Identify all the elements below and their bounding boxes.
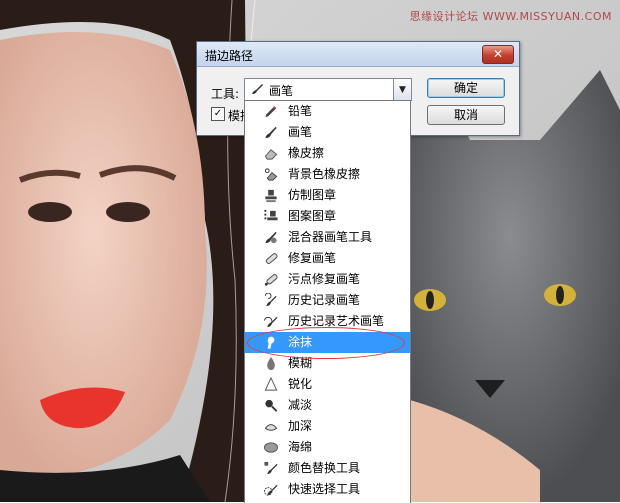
dropdown-item-label: 图案图章 <box>288 209 337 223</box>
brush-icon <box>265 126 277 139</box>
clone-stamp-icon <box>265 189 277 203</box>
dropdown-item[interactable]: 加深 <box>245 416 410 437</box>
dropdown-item-label: 历史记录艺术画笔 <box>288 314 385 328</box>
tool-label: 工具: <box>211 87 240 101</box>
blur-icon <box>267 356 275 371</box>
history-brush-icon <box>264 293 277 307</box>
dropdown-item-label: 历史记录画笔 <box>288 293 361 307</box>
dropdown-item[interactable]: 画笔 <box>245 122 410 143</box>
spot-healing-brush-icon <box>264 274 278 286</box>
sharpen-icon <box>264 377 278 391</box>
dialog-title: 描边路径 <box>205 49 254 63</box>
dropdown-item-label: 混合器画笔工具 <box>288 230 373 244</box>
eraser-icon <box>264 149 278 160</box>
dropdown-item[interactable]: 污点修复画笔 <box>245 269 410 290</box>
dropdown-item-label: 仿制图章 <box>288 188 337 202</box>
dropdown-item[interactable]: 图案图章 <box>245 206 410 227</box>
dropdown-item[interactable]: 背景色橡皮擦 <box>245 164 410 185</box>
dropdown-item[interactable]: 颜色替换工具 <box>245 458 410 479</box>
tool-select[interactable]: 画笔 ▼ <box>244 78 412 101</box>
dropdown-item[interactable]: 历史记录画笔 <box>245 290 410 311</box>
dropdown-item-label: 海绵 <box>288 440 313 454</box>
dropdown-item-label: 铅笔 <box>288 104 313 118</box>
pattern-stamp-icon <box>264 209 278 221</box>
dropdown-item[interactable]: 橡皮擦 <box>245 143 410 164</box>
healing-brush-icon <box>265 253 278 264</box>
dropdown-item-label: 修复画笔 <box>288 251 337 265</box>
mixer-brush-icon <box>265 231 277 244</box>
dropdown-item[interactable]: 混合器画笔工具 <box>245 227 410 248</box>
dropdown-item-label: 快速选择工具 <box>288 482 361 496</box>
quick-selection-icon <box>263 484 278 496</box>
dropdown-item[interactable]: 海绵 <box>245 437 410 458</box>
dropdown-item-label: 画笔 <box>288 125 313 139</box>
simulate-pressure-checkbox[interactable]: ✓ <box>211 107 225 121</box>
dropdown-item-label: 颜色替换工具 <box>288 461 361 475</box>
dropdown-item[interactable]: 快速选择工具 <box>245 479 410 500</box>
dialog-titlebar: 描边路径 ✕ <box>197 42 519 67</box>
dropdown-item-label: 污点修复画笔 <box>288 272 361 286</box>
dropdown-item[interactable]: 铅笔 <box>245 101 410 122</box>
color-replacement-icon <box>264 461 278 475</box>
dropdown-item[interactable]: 修复画笔 <box>245 248 410 269</box>
dropdown-item-label: 背景色橡皮擦 <box>288 167 361 181</box>
brush-icon <box>252 84 263 94</box>
dropdown-item-label: 锐化 <box>288 377 313 391</box>
sponge-icon <box>263 442 279 453</box>
dropdown-item-label: 橡皮擦 <box>288 146 325 160</box>
selected-tool-value: 画笔 <box>269 84 294 98</box>
burn-icon <box>264 424 278 431</box>
close-button[interactable]: ✕ <box>482 45 514 64</box>
dropdown-item-label: 减淡 <box>288 398 313 412</box>
dropdown-item[interactable]: 仿制图章 <box>245 185 410 206</box>
dropdown-arrow-icon[interactable]: ▼ <box>393 79 411 100</box>
background-eraser-icon <box>264 168 278 181</box>
dropdown-item-label: 加深 <box>288 419 313 433</box>
watermark: 思缘设计论坛 WWW.MISSYUAN.COM <box>409 10 612 23</box>
cancel-button[interactable]: 取消 <box>427 105 505 125</box>
pencil-icon <box>265 106 277 118</box>
dodge-icon <box>265 399 278 412</box>
dropdown-item[interactable]: 锐化 <box>245 374 410 395</box>
tool-dropdown-list: 铅笔 画笔 橡皮擦 背景色橡皮擦 仿制图章 图案图章 混合器画笔工具 修复画笔 污点修复画笔 历史… <box>244 100 411 503</box>
art-history-brush-icon <box>263 316 278 328</box>
ok-button[interactable]: 确定 <box>427 78 505 98</box>
annotation-circle <box>247 327 405 359</box>
dropdown-item[interactable]: 减淡 <box>245 395 410 416</box>
